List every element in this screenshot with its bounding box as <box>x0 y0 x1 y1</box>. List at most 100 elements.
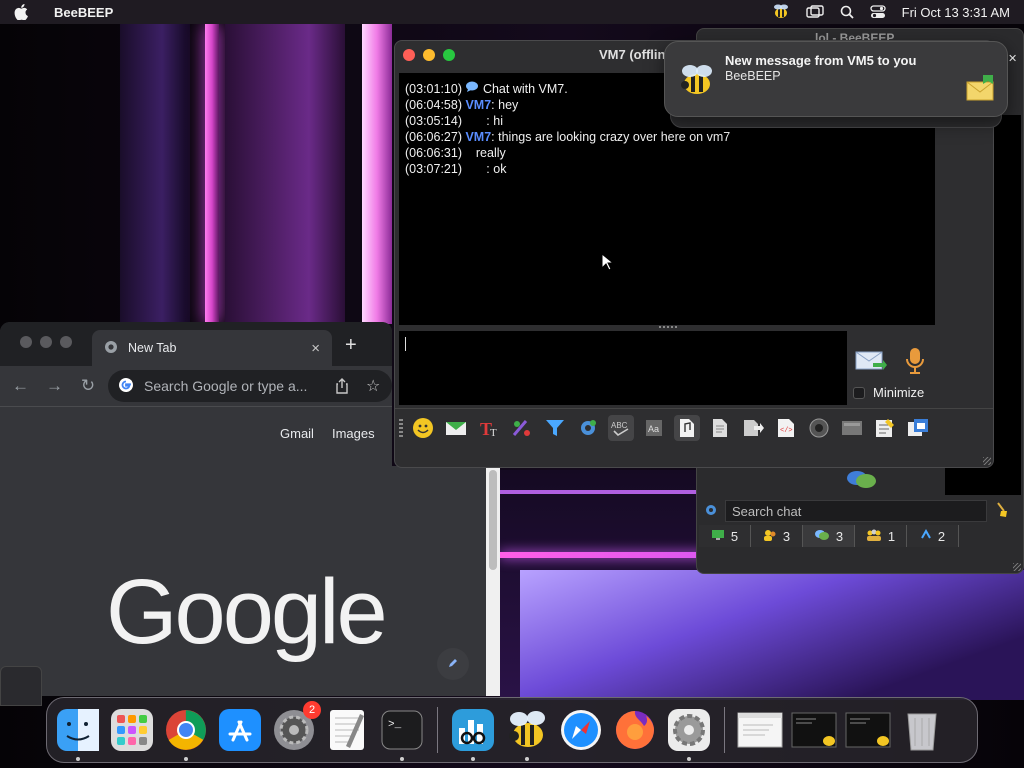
file-icon[interactable] <box>674 415 700 441</box>
users-icon <box>763 529 777 544</box>
chrome-scrollbar-thumb[interactable] <box>489 470 497 570</box>
toolbar-divider <box>395 408 993 409</box>
screen-mirroring-icon[interactable] <box>805 5 824 19</box>
textedit-icon[interactable] <box>325 707 371 753</box>
app-store-icon[interactable] <box>217 707 263 753</box>
resize-grip[interactable] <box>983 457 991 465</box>
window-close-button[interactable] <box>403 49 415 61</box>
window-close-button[interactable] <box>20 336 32 348</box>
beebeep-tab-bar: 5 3 3 1 2 <box>699 525 959 547</box>
gear-icon[interactable] <box>703 502 719 521</box>
background-window-close-icon[interactable]: ✕ <box>1008 52 1017 65</box>
mail-icon[interactable] <box>443 415 469 441</box>
toolbar-grip[interactable] <box>399 419 403 437</box>
new-tab-button[interactable]: + <box>345 334 357 357</box>
forward-icon[interactable]: → <box>46 376 63 396</box>
notification-banner[interactable]: New message from VM5 to you BeeBEEP <box>664 41 1008 117</box>
splitter-handle[interactable] <box>659 326 677 328</box>
launchpad-icon[interactable] <box>109 707 155 753</box>
tab-count: 5 <box>730 528 739 544</box>
chrome-tab-strip: New Tab × + <box>0 322 392 366</box>
window-minimize-button[interactable] <box>40 336 52 348</box>
reload-icon[interactable]: ↻ <box>80 376 96 396</box>
folder-icon[interactable] <box>707 415 733 441</box>
omnibox[interactable]: Search Google or type a... <box>108 370 392 402</box>
groups-icon <box>866 529 882 544</box>
customize-chrome-button[interactable] <box>437 648 469 680</box>
omnibox-input[interactable]: Search Google or type a... <box>144 378 307 394</box>
tab-files[interactable]: 2 <box>907 525 959 547</box>
document-thumbnail-icon[interactable] <box>737 707 783 753</box>
menubar-clock[interactable]: Fri Oct 13 3:31 AM <box>902 5 1010 20</box>
send-message-icon[interactable] <box>855 349 887 376</box>
wallpaper-shape <box>500 490 700 494</box>
html-icon[interactable]: </> <box>773 415 799 441</box>
istat-icon[interactable] <box>450 707 496 761</box>
tab-computers[interactable]: 5 <box>699 525 751 547</box>
clear-search-icon[interactable] <box>995 501 1009 521</box>
share-icon[interactable] <box>740 415 766 441</box>
smiley-icon[interactable] <box>410 415 436 441</box>
control-center-icon[interactable] <box>869 5 886 19</box>
microphone-icon[interactable] <box>905 347 925 378</box>
chrome-favicon-icon <box>104 340 118 357</box>
running-indicator <box>184 757 188 761</box>
terminal-icon[interactable]: >_ <box>379 707 425 761</box>
tab-users[interactable]: 3 <box>751 525 803 547</box>
resize-grip[interactable] <box>1013 563 1021 571</box>
notification-body: BeeBEEP <box>725 69 781 83</box>
window-minimize-button[interactable] <box>423 49 435 61</box>
svg-text:</>: </> <box>780 427 793 435</box>
safari-icon[interactable] <box>558 707 604 753</box>
beebeep-icon[interactable] <box>504 707 550 761</box>
google-logo: Google <box>106 561 388 663</box>
speech-bubble-icon <box>465 81 479 96</box>
keyboard-icon[interactable] <box>839 415 865 441</box>
color-icon[interactable] <box>509 415 535 441</box>
minimized-window-icon[interactable] <box>845 707 891 753</box>
gear-icon[interactable] <box>575 415 601 441</box>
share-icon[interactable] <box>335 378 349 397</box>
images-link[interactable]: Images <box>332 426 375 441</box>
window-zoom-button[interactable] <box>443 49 455 61</box>
bookmark-star-icon[interactable]: ☆ <box>366 376 380 396</box>
window-icon[interactable] <box>905 415 931 441</box>
notes-icon[interactable] <box>872 415 898 441</box>
beebeep-status-icon[interactable] <box>772 4 790 20</box>
gmail-link[interactable]: Gmail <box>280 426 314 441</box>
notification-title: New message from VM5 to you <box>725 53 917 68</box>
tab-chats[interactable]: 3 <box>803 525 855 547</box>
message-input[interactable] <box>399 331 847 405</box>
trash-icon[interactable] <box>899 707 945 753</box>
minimized-window-icon[interactable] <box>791 707 837 753</box>
search-chat-placeholder: Search chat <box>732 503 802 519</box>
filter-icon[interactable] <box>542 415 568 441</box>
preferences-icon[interactable] <box>666 707 712 761</box>
app-name[interactable]: BeeBEEP <box>54 5 113 20</box>
running-indicator <box>687 757 691 761</box>
firefox-icon[interactable] <box>612 707 658 753</box>
font-icon[interactable]: TT <box>476 415 502 441</box>
tab-count: 3 <box>782 528 791 544</box>
text-caret <box>405 337 406 351</box>
back-icon[interactable]: ← <box>12 376 29 396</box>
finder-icon[interactable] <box>55 707 101 761</box>
wallpaper-shape <box>120 24 190 324</box>
dictionary-icon[interactable]: Aa <box>641 415 667 441</box>
tab-groups[interactable]: 1 <box>855 525 907 547</box>
search-chat-input[interactable]: Search chat <box>725 500 987 522</box>
spotlight-search-icon[interactable] <box>840 5 854 19</box>
close-tab-icon[interactable]: × <box>311 340 320 357</box>
system-settings-icon[interactable]: 2 <box>271 701 321 753</box>
chrome-icon[interactable] <box>163 707 209 761</box>
nick-label: VM7 <box>465 98 492 112</box>
wallpaper-shape <box>225 24 345 324</box>
window-zoom-button[interactable] <box>60 336 72 348</box>
apple-icon[interactable] <box>14 4 28 20</box>
spellcheck-icon[interactable]: ABC <box>608 415 634 441</box>
screenshot-icon[interactable] <box>806 415 832 441</box>
dock-separator <box>437 707 438 753</box>
chrome-tab-new-tab[interactable]: New Tab × <box>92 330 332 366</box>
minimize-checkbox-row[interactable]: Minimize <box>853 385 924 400</box>
minimize-checkbox[interactable] <box>853 386 865 399</box>
